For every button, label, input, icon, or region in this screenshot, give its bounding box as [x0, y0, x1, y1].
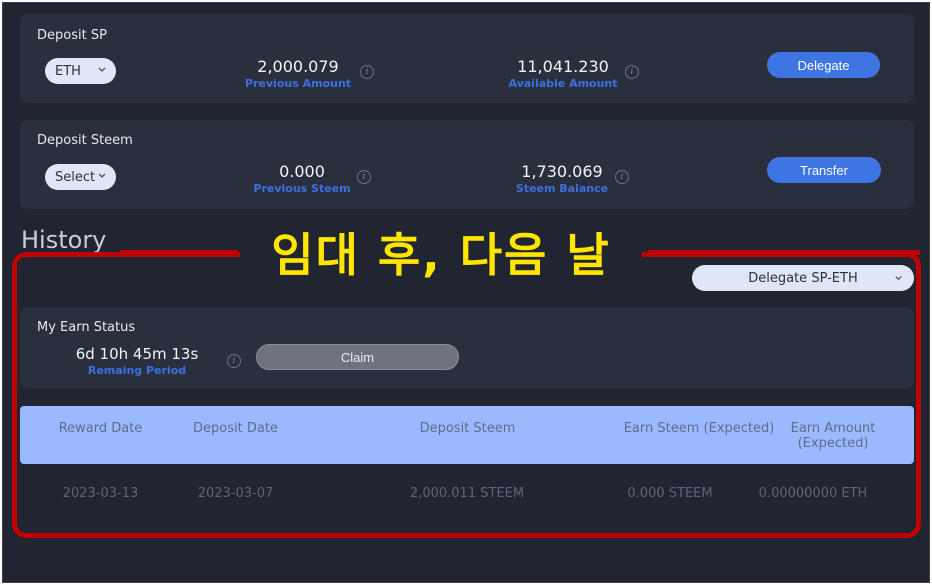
available-amount-value: 11,041.230: [517, 57, 609, 76]
steem-balance-label: Steem Balance: [515, 182, 609, 195]
deposit-sp-currency-select[interactable]: ETH: [45, 58, 116, 84]
info-icon[interactable]: i: [360, 65, 374, 79]
deposit-steem-card: Deposit Steem Select 0.000 Previous Stee…: [20, 120, 914, 209]
cell-earn-amount: 0.00000000 ETH: [758, 486, 868, 501]
chevron-down-icon: [98, 67, 106, 72]
annotation-text: 임대 후, 다음 날: [240, 225, 642, 285]
deposit-steem-title: Deposit Steem: [37, 133, 133, 148]
previous-amount-label: Previous Amount: [244, 77, 352, 90]
previous-amount: 2,000.079 Previous Amount: [218, 57, 378, 90]
available-amount-label: Available Amount: [508, 77, 618, 90]
remaining-period-label: Remaing Period: [87, 364, 187, 377]
remaining-period: 6d 10h 45m 13s Remaing Period: [72, 345, 202, 377]
info-icon[interactable]: i: [227, 354, 241, 368]
column-header-deposit-date: Deposit Date: [193, 421, 278, 436]
deposit-sp-title: Deposit SP: [37, 28, 107, 43]
earn-status-title: My Earn Status: [37, 320, 136, 335]
earn-status-card: My Earn Status 6d 10h 45m 13s Remaing Pe…: [20, 307, 914, 389]
deposit-steem-select-value: Select: [55, 169, 96, 185]
cell-earn-steem: 0.000 STEEM: [627, 486, 713, 501]
delegate-button[interactable]: Delegate: [767, 52, 880, 78]
annotation-line-right: [648, 250, 920, 255]
history-type-select[interactable]: Delegate SP-ETH: [692, 265, 914, 291]
earn-amount-header-line1: Earn Amount: [790, 421, 876, 436]
claim-button[interactable]: Claim: [256, 344, 459, 370]
deposit-sp-card: Deposit SP ETH 2,000.079 Previous Amount…: [20, 14, 914, 103]
history-table-header: Reward Date Deposit Date Deposit Steem E…: [20, 406, 914, 464]
info-icon[interactable]: i: [357, 170, 371, 184]
remaining-period-value: 6d 10h 45m 13s: [75, 345, 199, 363]
deposit-sp-currency-value: ETH: [55, 63, 81, 79]
column-header-reward-date: Reward Date: [58, 421, 143, 436]
column-header-deposit-steem: Deposit Steem: [419, 421, 516, 436]
column-header-earn-amount: Earn Amount (Expected): [778, 421, 888, 451]
previous-steem-label: Previous Steem: [253, 182, 351, 195]
history-type-value: Delegate SP-ETH: [748, 270, 858, 286]
earn-amount-header-line2: (Expected): [797, 436, 869, 451]
previous-amount-value: 2,000.079: [257, 57, 339, 76]
history-title: History: [21, 226, 107, 254]
info-icon[interactable]: i: [615, 170, 629, 184]
chevron-down-icon: [895, 276, 902, 281]
available-amount: 11,041.230 Available Amount: [483, 57, 643, 90]
cell-deposit-steem: 2,000.011 STEEM: [409, 486, 525, 501]
column-header-earn-steem: Earn Steem (Expected): [623, 421, 775, 436]
transfer-button[interactable]: Transfer: [767, 157, 881, 183]
info-icon[interactable]: i: [625, 65, 639, 79]
cell-reward-date: 2023-03-13: [62, 486, 139, 501]
deposit-steem-select[interactable]: Select: [45, 164, 116, 190]
annotation-line-left: [120, 250, 238, 255]
chevron-down-icon: [98, 173, 106, 178]
cell-deposit-date: 2023-03-07: [197, 486, 274, 501]
